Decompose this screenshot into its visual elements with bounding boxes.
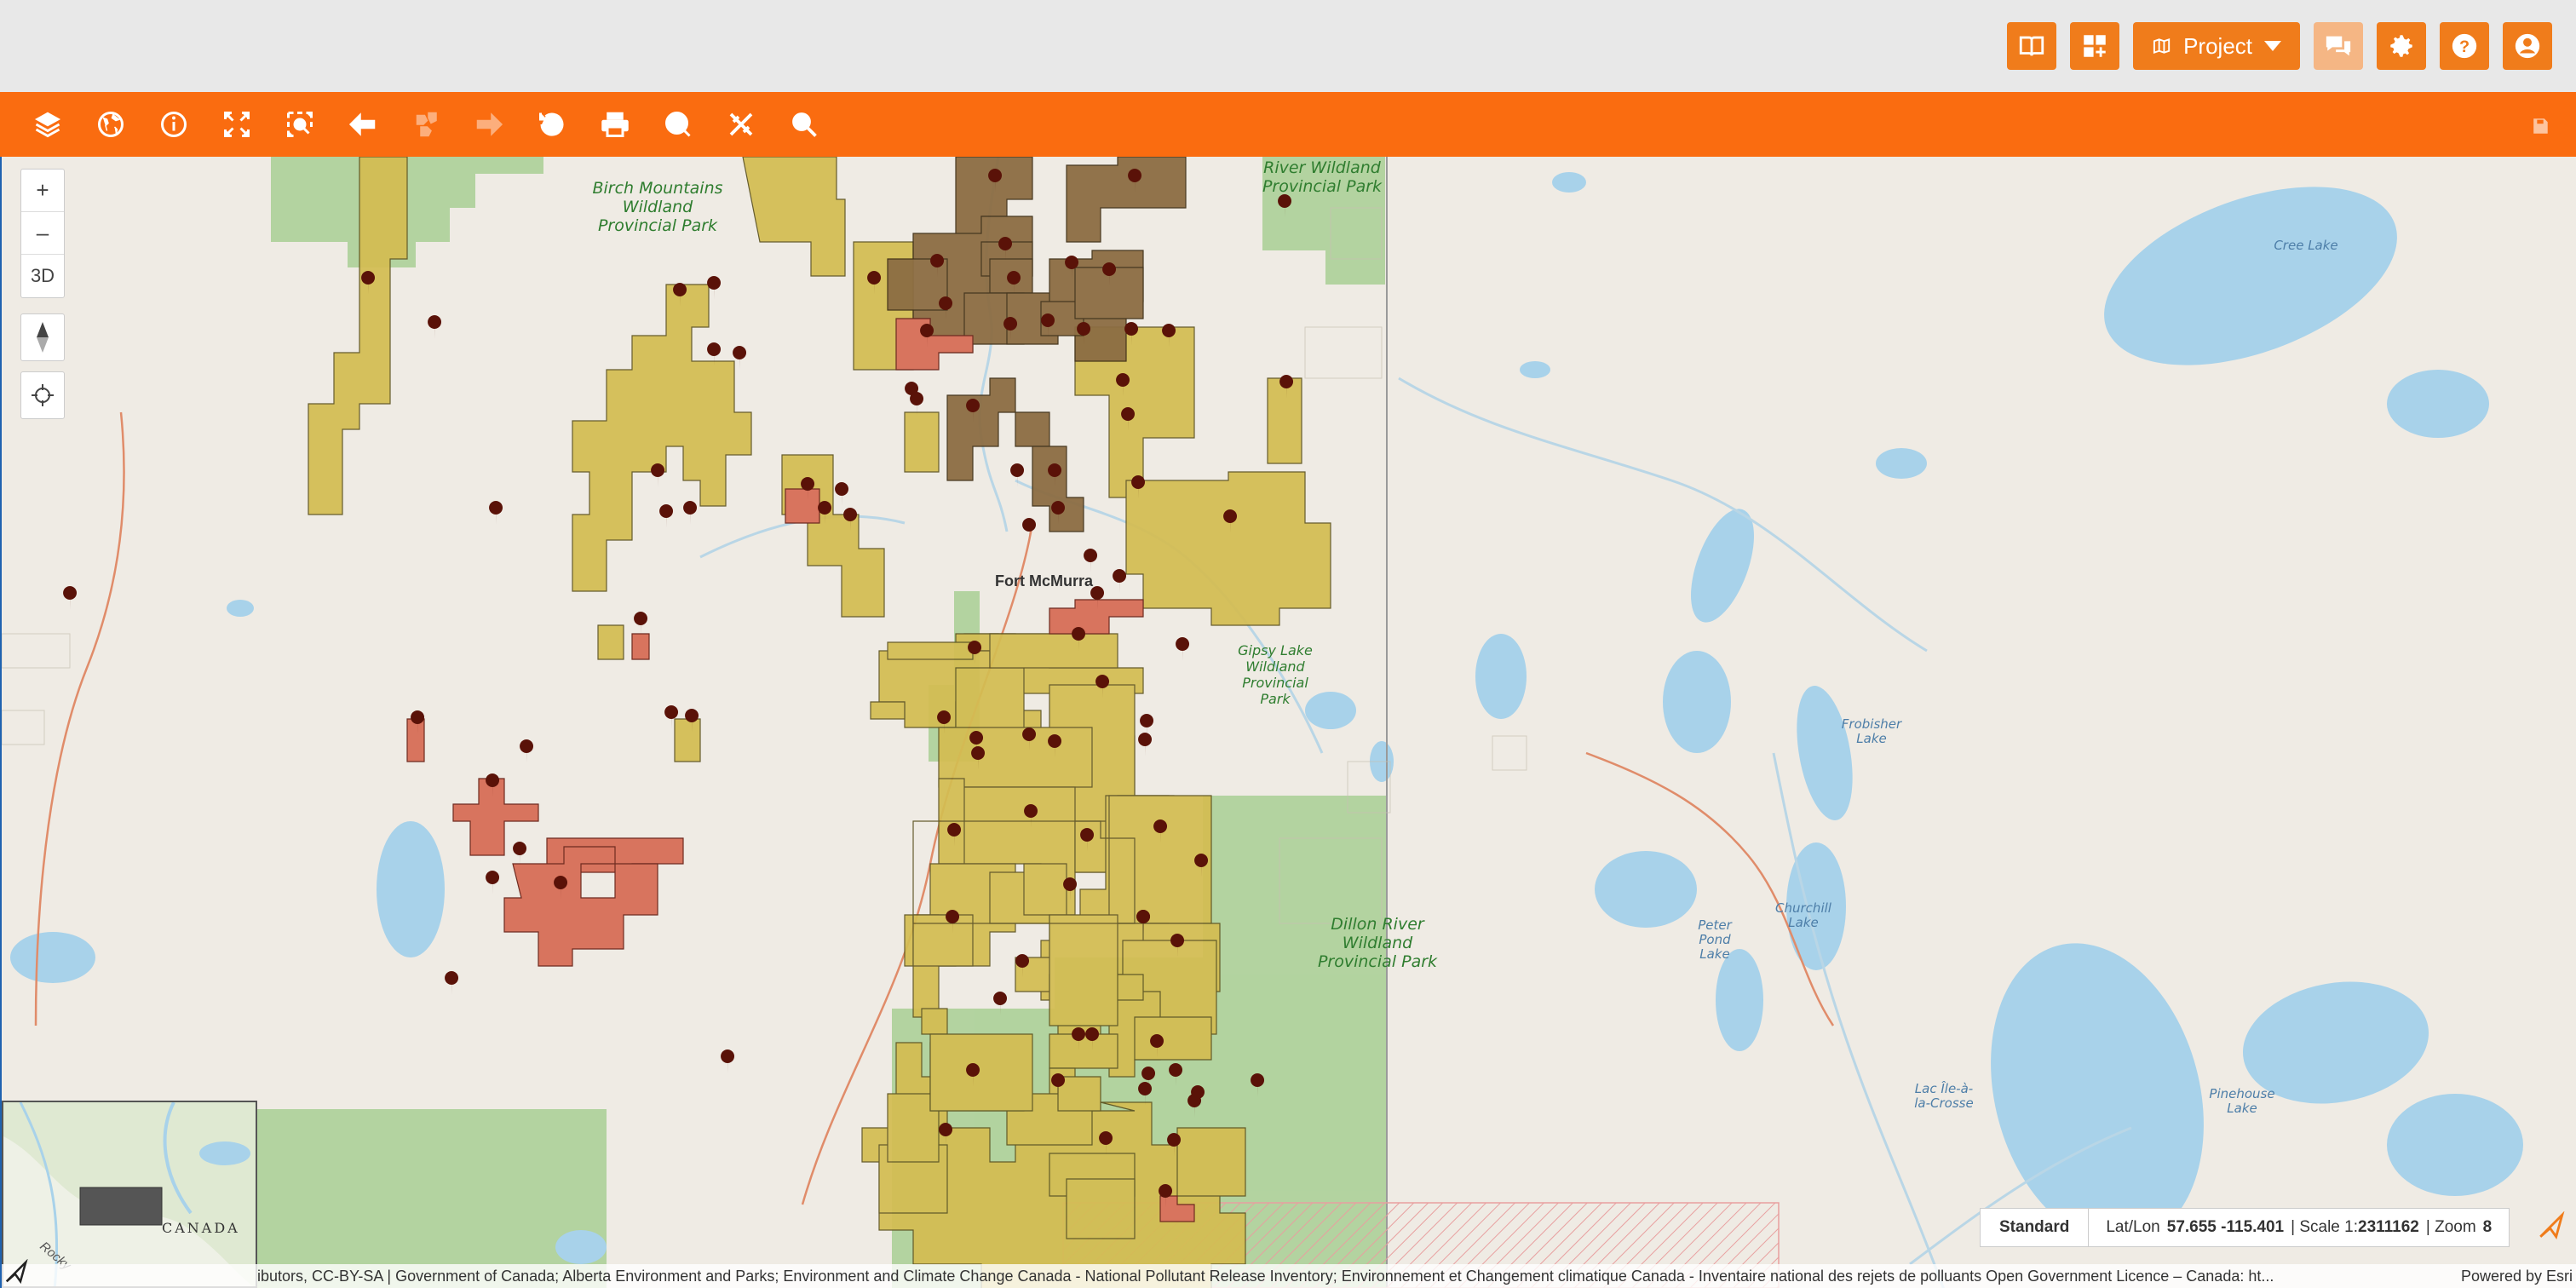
draw-measure-button[interactable] <box>721 104 762 145</box>
user-icon <box>2515 33 2540 59</box>
map-label-birch-mountains-park: Birch Mountains Wildland Provincial Park <box>592 179 723 235</box>
select-features-icon <box>416 112 437 137</box>
basemap-globe-icon <box>98 112 124 137</box>
history-button[interactable] <box>532 104 572 145</box>
navigate-arrow-icon[interactable] <box>2537 1210 2566 1245</box>
overview-country-label: CANADA <box>162 1220 240 1236</box>
map-label-river-wildland-park: River Wildland Provincial Park <box>1262 158 1383 196</box>
layers-button[interactable] <box>27 104 68 145</box>
widgets-add-icon <box>2084 35 2106 57</box>
forward-extent-button[interactable] <box>469 104 509 145</box>
map-label-fort-mcmurray: Fort McMurra <box>995 572 1094 589</box>
svg-text:?: ? <box>2459 37 2470 56</box>
scale-label: | Scale 1: <box>2291 1218 2358 1236</box>
chat-icon <box>2326 36 2351 56</box>
gear-icon <box>2390 35 2412 57</box>
latlon-label: Lat/Lon <box>2106 1218 2160 1236</box>
cursor-arrow-icon <box>3 1258 29 1288</box>
zoom-controls: + – 3D <box>20 169 65 298</box>
map-label-gipsy-lake-park: Gipsy Lake Wildland Provincial Park <box>1238 642 1313 707</box>
map-label-peter-pond-lake: Peter Pond Lake <box>1698 917 1732 962</box>
identify-info-icon <box>161 112 187 137</box>
zoom-label: | Zoom <box>2425 1218 2476 1236</box>
map-label-churchill-lake: Churchill Lake <box>1775 900 1831 930</box>
layers-icon <box>34 112 61 138</box>
full-extent-icon <box>224 112 250 137</box>
locate-crosshair-icon <box>32 384 54 406</box>
map-label-cree-lake: Cree Lake <box>2274 238 2338 253</box>
scale-value: 2311162 <box>2358 1218 2419 1236</box>
chevron-down-icon <box>2264 41 2281 51</box>
powered-by-esri[interactable]: Powered by Esri <box>2461 1268 2573 1285</box>
identify-button[interactable] <box>153 104 194 145</box>
project-label: Project <box>2183 32 2252 59</box>
app-header: Project ? <box>0 0 2576 92</box>
save-icon <box>2533 118 2548 134</box>
view-3d-button[interactable]: 3D <box>21 255 64 297</box>
map-view[interactable]: Birch Mountains Wildland Provincial Park… <box>0 157 2576 1288</box>
settings-button[interactable] <box>2377 22 2426 70</box>
search-icon <box>792 112 817 137</box>
draw-measure-icon <box>729 112 753 136</box>
analysis-icon <box>665 112 691 137</box>
provincial-parks <box>257 157 1387 1288</box>
map-label-dillon-river-park: Dillon River Wildland Provincial Park <box>1317 915 1438 971</box>
coordinate-readout: Lat/Lon 57.655 -115.401 | Scale 1: 23111… <box>2089 1218 2509 1237</box>
select-features-button[interactable] <box>405 104 446 145</box>
zoom-box-button[interactable] <box>279 104 320 145</box>
history-icon <box>539 112 564 136</box>
save-button[interactable] <box>2523 109 2557 143</box>
analysis-button[interactable] <box>658 104 699 145</box>
book-open-icon <box>2019 36 2044 56</box>
chat-button[interactable] <box>2314 22 2363 70</box>
back-extent-button[interactable] <box>342 104 383 145</box>
map-label-lac-ile-a-la-crosse: Lac Île-à-la-Crosse <box>1914 1081 1974 1111</box>
overview-canvas <box>3 1102 256 1286</box>
full-extent-button[interactable] <box>216 104 257 145</box>
back-extent-icon <box>348 112 376 136</box>
zoom-in-button[interactable]: + <box>21 170 64 212</box>
zoom-box-icon <box>287 112 313 137</box>
search-button[interactable] <box>784 104 825 145</box>
compass-icon <box>37 322 49 353</box>
map-icon <box>2153 37 2171 55</box>
map-status-bar: Standard Lat/Lon 57.655 -115.401 | Scale… <box>1980 1208 2510 1247</box>
map-label-frobisher-lake: Frobisher Lake <box>1841 716 1902 746</box>
app-window: Project ? Birch Mountains Wildland Provi… <box>0 0 2576 1288</box>
zoom-out-button[interactable]: – <box>21 212 64 255</box>
user-button[interactable] <box>2503 22 2552 70</box>
overview-map[interactable]: CANADA Rocky <box>2 1101 257 1288</box>
help-button[interactable]: ? <box>2440 22 2489 70</box>
zoom-value: 8 <box>2482 1218 2493 1236</box>
widgets-button[interactable] <box>2070 22 2119 70</box>
help-icon: ? <box>2452 33 2477 59</box>
print-button[interactable] <box>595 104 635 145</box>
attribution-bar: ibutors, CC-BY-SA | Government of Canada… <box>2 1264 2576 1288</box>
locate-button[interactable] <box>20 371 65 419</box>
book-button[interactable] <box>2007 22 2056 70</box>
basemap-button[interactable] <box>90 104 131 145</box>
forward-extent-icon <box>476 112 503 136</box>
map-label-pinehouse-lake: Pinehouse Lake <box>2209 1086 2275 1116</box>
print-icon <box>601 112 629 137</box>
basemap-standard-label[interactable]: Standard <box>1981 1209 2090 1246</box>
map-canvas[interactable] <box>2 157 2576 1288</box>
project-menu-button[interactable]: Project <box>2133 22 2300 70</box>
compass-button[interactable] <box>20 313 65 361</box>
attribution-text: ibutors, CC-BY-SA | Government of Canada… <box>257 1267 2274 1285</box>
latlon-value: 57.655 -115.401 <box>2166 1218 2285 1236</box>
map-toolbar <box>0 92 2576 157</box>
